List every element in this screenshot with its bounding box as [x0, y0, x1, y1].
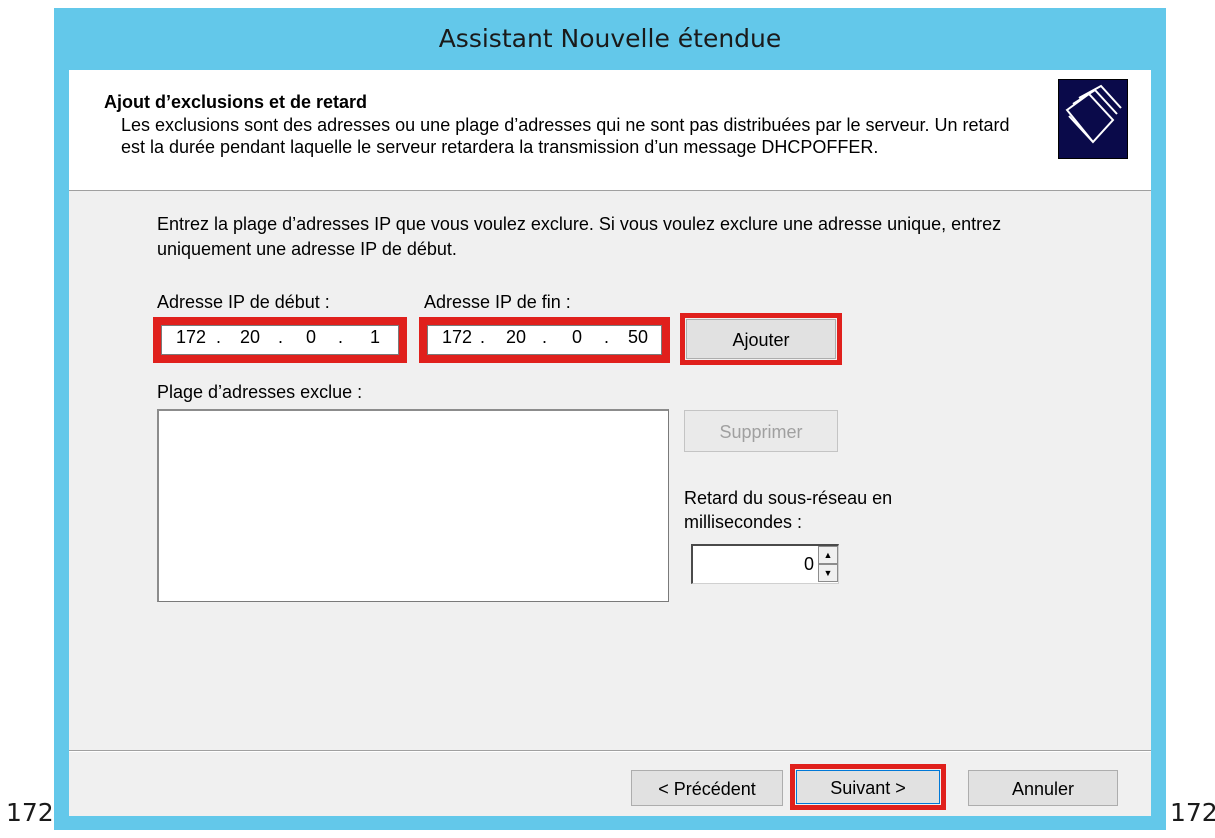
delay-value[interactable]: 0	[804, 554, 814, 575]
end-ip-octet-4[interactable]: 50	[628, 327, 648, 347]
delay-label: Retard du sous-réseau en millisecondes :	[684, 488, 893, 532]
end-ip-octet-3[interactable]: 0	[572, 327, 582, 347]
header-title: Ajout d’exclusions et de retard	[104, 92, 368, 112]
page-label-right: 172	[1170, 798, 1215, 827]
delay-spinbox[interactable]: 0 ▲ ▼	[691, 544, 839, 584]
remove-button[interactable]: Supprimer	[684, 410, 838, 452]
next-button[interactable]: Suivant >	[796, 770, 940, 804]
folders-icon	[1058, 79, 1128, 159]
excluded-range-label: Plage d’adresses exclue :	[157, 382, 363, 402]
page-label-left: 172	[6, 798, 54, 827]
excluded-range-list[interactable]	[157, 409, 669, 602]
start-ip-label: Adresse IP de début :	[157, 292, 330, 312]
footer-divider	[69, 750, 1151, 752]
spin-buttons: ▲ ▼	[818, 546, 838, 583]
wizard-client-area: Ajout d’exclusions et de retard Les excl…	[69, 70, 1151, 816]
wizard-header: Ajout d’exclusions et de retard Les excl…	[69, 70, 1151, 191]
spin-down-icon[interactable]: ▼	[818, 564, 838, 582]
wizard-window: Assistant Nouvelle étendue Ajout d’exclu…	[54, 8, 1166, 830]
header-description: Les exclusions sont des adresses ou une …	[121, 115, 1010, 157]
ip-dot: .	[542, 327, 548, 347]
ip-dot: .	[216, 327, 222, 347]
ip-dot: .	[604, 327, 610, 347]
start-ip-octet-3[interactable]: 0	[306, 327, 316, 347]
end-ip-octet-2[interactable]: 20	[506, 327, 526, 347]
end-ip-highlight: 172 . 20 . 0 . 50	[419, 317, 670, 363]
end-ip-field[interactable]: 172 . 20 . 0 . 50	[427, 325, 662, 355]
ip-dot: .	[480, 327, 486, 347]
end-ip-label: Adresse IP de fin :	[424, 292, 571, 312]
window-title: Assistant Nouvelle étendue	[438, 24, 782, 53]
end-ip-octet-1[interactable]: 172	[442, 327, 472, 347]
start-ip-octet-2[interactable]: 20	[240, 327, 260, 347]
add-button[interactable]: Ajouter	[686, 319, 836, 359]
start-ip-highlight: 172 . 20 . 0 . 1	[153, 317, 407, 363]
intro-text: Entrez la plage d’adresses IP que vous v…	[157, 214, 1002, 259]
back-button[interactable]: < Précédent	[631, 770, 783, 806]
ip-dot: .	[338, 327, 344, 347]
start-ip-octet-4[interactable]: 1	[370, 327, 380, 347]
spin-up-icon[interactable]: ▲	[818, 546, 838, 564]
cancel-button[interactable]: Annuler	[968, 770, 1118, 806]
start-ip-field[interactable]: 172 . 20 . 0 . 1	[161, 325, 399, 355]
start-ip-octet-1[interactable]: 172	[176, 327, 206, 347]
ip-dot: .	[278, 327, 284, 347]
